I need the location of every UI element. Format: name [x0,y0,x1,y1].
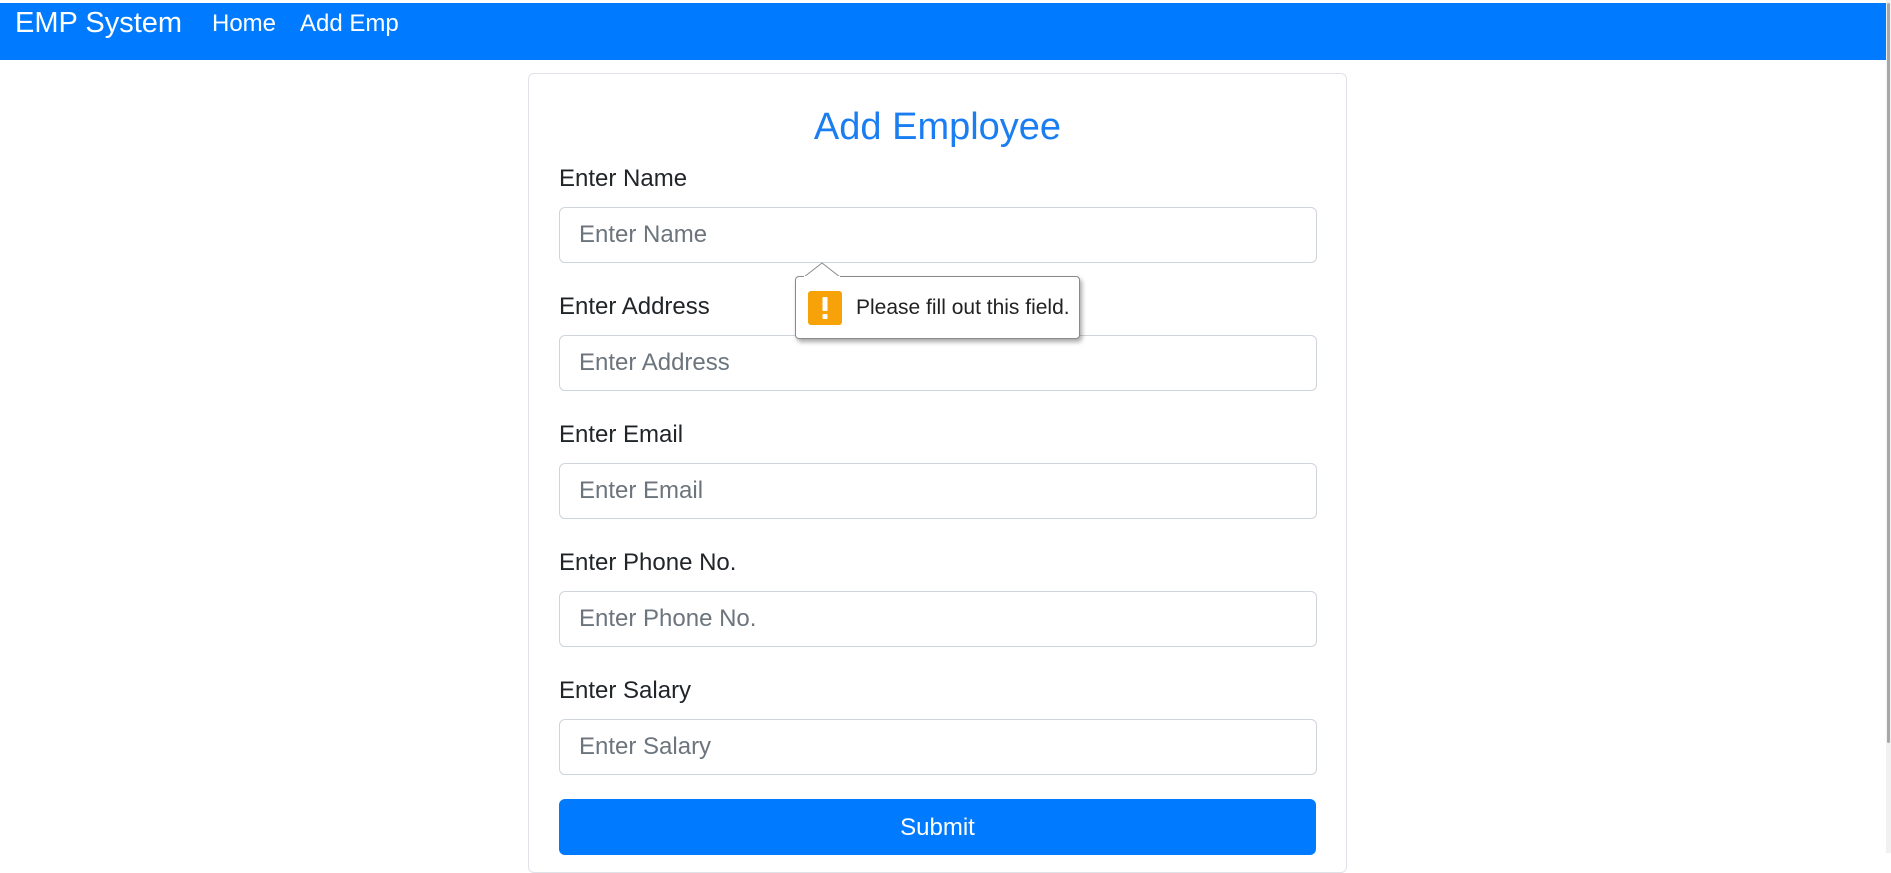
salary-input[interactable] [559,719,1317,775]
nav-link-home[interactable]: Home [212,9,276,39]
nav-link-add-emp[interactable]: Add Emp [300,9,399,39]
phone-label: Enter Phone No. [559,549,737,576]
name-label: Enter Name [559,165,688,192]
form-title: Add Employee [813,106,1062,148]
navbar-brand[interactable]: EMP System [15,5,182,41]
tooltip-message: Please fill out this field. [856,296,1070,319]
validation-tooltip: Please fill out this field. [795,276,1080,339]
add-employee-card: Add Employee Enter Name Enter Address En… [528,73,1347,873]
name-input[interactable] [559,207,1317,263]
navbar: EMP System Home Add Emp [0,3,1886,60]
salary-label: Enter Salary [559,677,692,704]
submit-button[interactable]: Submit [559,799,1316,855]
phone-input[interactable] [559,591,1317,647]
email-input[interactable] [559,463,1317,519]
scrollbar-thumb[interactable] [1887,3,1890,743]
email-label: Enter Email [559,421,684,448]
address-label: Enter Address [559,293,710,320]
address-input[interactable] [559,335,1317,391]
warning-icon [808,291,842,325]
